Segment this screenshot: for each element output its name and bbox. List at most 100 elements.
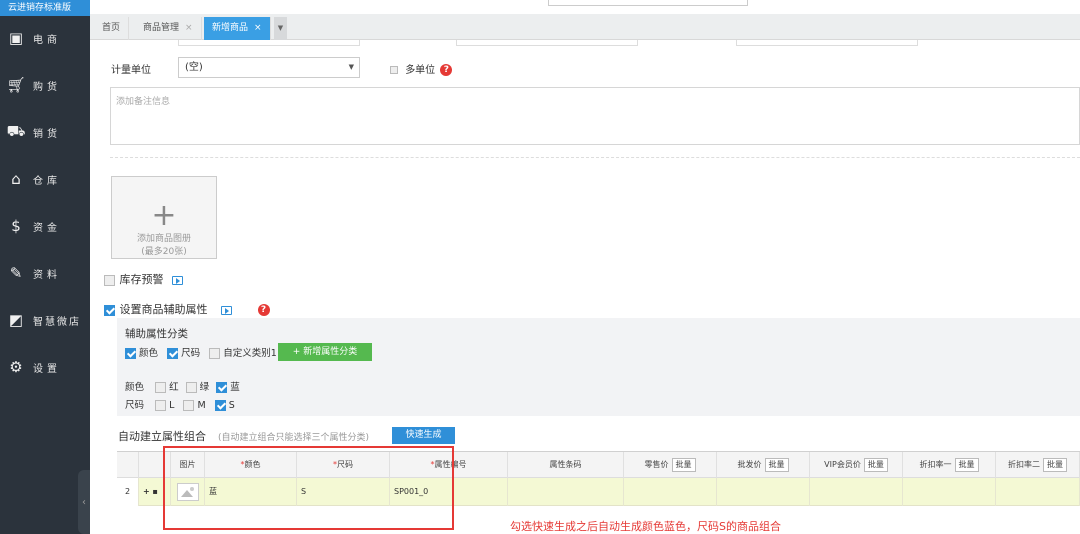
shop-icon: ◩ [8,311,24,329]
size-checkbox-s[interactable] [214,400,226,411]
col-wholesale: 批发价 批量 [717,452,810,478]
pencil-icon: ✎ [9,264,23,282]
upload-gallery-button[interactable]: + 添加商品图册 (最多20张) [111,176,217,259]
batch-button[interactable]: 批量 [671,458,696,472]
sidebar-item-purchase[interactable]: 🛒︎ 购货 [0,63,90,107]
sidebar-item-warehouse[interactable]: ⌂ 仓库 [0,157,90,201]
stock-alert-checkbox[interactable] [104,274,115,286]
color-options: 颜色 红 绿 蓝 [125,379,240,393]
stock-alert-option[interactable]: 库存预警 [104,271,183,287]
remark-textarea[interactable]: 添加备注信息 [110,87,1080,145]
color-option-label: 蓝 [230,382,240,393]
row-retail-cell[interactable] [624,478,717,506]
category-checkbox-size[interactable] [167,348,179,359]
chevron-down-icon: ▼ [348,63,354,71]
col-discount1: 折扣率一 批量 [903,452,996,478]
color-label: 颜色 [125,382,145,393]
unit-label: 计量单位 [111,65,151,76]
multi-unit-option[interactable]: 多单位 ? [390,61,453,76]
col-discount2: 折扣率二 批量 [996,452,1080,478]
color-option-label: 红 [169,382,179,393]
sidebar-item-ecommerce[interactable]: ▣ 电商 [0,16,90,60]
unit-select[interactable]: (空) ▼ [178,57,360,78]
sidebar-item-label: 设置 [33,363,61,375]
video-icon[interactable] [221,305,232,315]
sales-icon: ⛟ [6,122,26,140]
warehouse-icon: ⌂ [11,170,21,188]
color-checkbox-blue[interactable] [216,382,228,393]
sidebar-item-label: 仓库 [33,175,61,187]
aux-category-title: 辅助属性分类 [125,328,188,340]
close-icon[interactable]: × [254,23,262,33]
col-label: 属性条码 [549,460,582,469]
sidebar-item-label: 资金 [33,222,61,234]
stock-alert-label: 库存预警 [119,273,164,286]
header-search-remnant [548,0,748,6]
help-icon[interactable]: ? [440,64,453,76]
sidebar-item-data[interactable]: ✎ 资料 [0,251,90,295]
col-vip: VIP会员价 批量 [810,452,903,478]
close-icon[interactable]: × [185,23,193,33]
gear-icon: ⚙ [9,358,23,376]
quick-generate-button[interactable]: 快速生成 [392,427,455,444]
brand-label: 云进销存标准版 [0,0,90,16]
col-label: 批发价 [737,460,762,469]
divider [110,157,1080,158]
aux-attr-label: 设置商品辅助属性 [119,303,208,316]
category-checkbox-custom1[interactable] [209,348,221,359]
size-checkbox-l[interactable] [155,400,167,411]
combo-title: 自动建立属性组合 [118,430,206,443]
field-remnant [456,40,638,46]
sidebar-item-label: 资料 [33,269,61,281]
aux-category-list: 颜色 尺码 自定义类别1 [125,345,277,359]
col-retail: 零售价 批量 [624,452,717,478]
tab-home[interactable]: 首页 [94,17,130,40]
aux-attr-panel [117,318,1080,416]
batch-button[interactable]: 批量 [863,458,888,472]
row-discount2-cell[interactable] [996,478,1080,506]
tab-dropdown-button[interactable]: ▼ [274,17,287,40]
multi-unit-checkbox[interactable] [390,66,398,74]
color-checkbox-red[interactable] [155,382,167,393]
batch-button[interactable]: 批量 [1043,458,1067,472]
tab-label: 商品管理 [143,23,180,33]
remark-placeholder: 添加备注信息 [116,97,171,107]
row-barcode-cell[interactable] [508,478,624,506]
tab-product-management[interactable]: 商品管理 × [135,17,202,40]
upload-label: 添加商品图册 [136,234,191,244]
size-checkbox-m[interactable] [183,400,195,411]
row-vip-cell[interactable] [810,478,903,506]
sidebar-item-smart-shop[interactable]: ◩ 智慧微店 [0,298,90,342]
size-options: 尺码 L M S [125,397,235,411]
help-icon[interactable]: ? [257,304,270,316]
combo-hint: (自动建立组合只能选择三个属性分类) [218,433,370,443]
tab-new-product[interactable]: 新增商品 × [204,17,271,40]
tab-label: 首页 [102,23,121,33]
row-wholesale-cell[interactable] [717,478,810,506]
cart-icon: 🛒︎ [6,76,26,94]
size-option-label: L [169,400,175,411]
category-label: 自定义类别1 [223,348,277,359]
annotation-text: 勾选快速生成之后自动生成颜色蓝色，尺码S的商品组合 [510,520,781,533]
video-icon[interactable] [172,275,183,285]
color-checkbox-green[interactable] [185,382,197,393]
category-checkbox-color[interactable] [125,348,136,359]
aux-attr-option[interactable]: 设置商品辅助属性 ? [104,301,270,317]
sidebar-item-label: 销货 [33,128,61,140]
aux-attr-checkbox[interactable] [104,304,115,316]
sidebar-item-settings[interactable]: ⚙ 设置 [0,345,90,389]
sidebar-collapse-handle[interactable]: ‹ [78,470,90,534]
batch-button[interactable]: 批量 [764,458,789,472]
col-label: 折扣率二 [1008,460,1040,469]
size-option-label: M [197,400,206,411]
size-option-label: S [228,400,235,411]
sidebar-item-funds[interactable]: $ 资金 [0,204,90,248]
row-index: 2 [117,478,139,506]
tab-label: 新增商品 [212,23,249,33]
batch-button[interactable]: 批量 [954,458,979,472]
sidebar-item-sales[interactable]: ⛟ 销货 [0,110,90,154]
category-label: 尺码 [181,348,201,359]
upload-limit-label: (最多20张) [141,247,187,257]
row-discount1-cell[interactable] [903,478,996,506]
add-attr-category-button[interactable]: + 新增属性分类 [278,343,372,361]
